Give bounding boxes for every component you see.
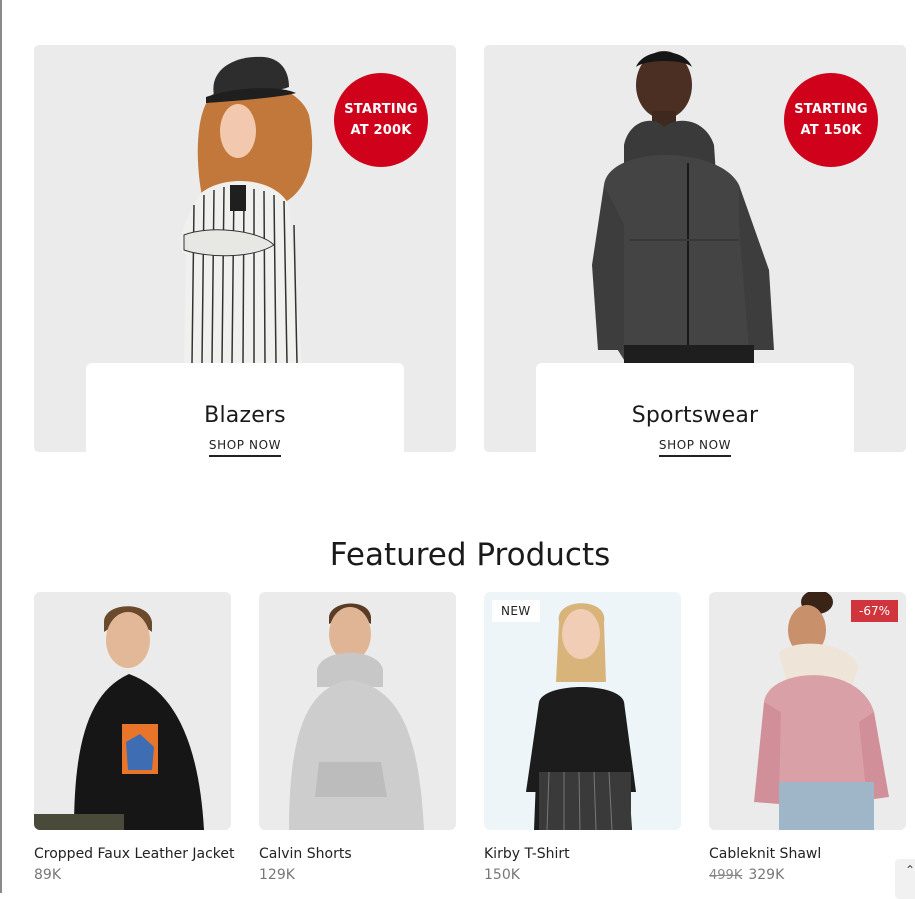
product-card: Calvin Shorts 129K [259,592,456,883]
chevron-up-icon: ⌃ [904,863,915,877]
scroll-to-top-button[interactable]: ⌃ [895,859,915,899]
new-badge: NEW [492,600,540,622]
category-title[interactable]: Sportswear [536,403,854,428]
product-image[interactable] [259,592,456,830]
category-title[interactable]: Blazers [86,403,404,428]
product-price-row: 150K [484,867,681,883]
product-name[interactable]: Kirby T-Shirt [484,846,681,862]
product-price: 129K [259,867,295,883]
price-badge: STARTING AT 200K [334,73,428,167]
category-card-blazers: Blazers SHOP NOW [86,363,404,473]
section-title-featured: Featured Products [329,537,611,573]
discount-badge: -67% [850,600,898,622]
product-name[interactable]: Cropped Faux Leather Jacket [34,846,235,862]
product-price: 150K [484,867,520,883]
product-price-row: 499K 329K [709,867,906,883]
product-image[interactable]: -67% [709,592,906,830]
product-card: Cropped Faux Leather Jacket 89K [34,592,235,883]
product-price: 89K [34,867,61,883]
old-price: 499K [709,868,743,883]
category-card-sportswear: Sportswear SHOP NOW [536,363,854,473]
shop-now-link[interactable]: SHOP NOW [658,438,732,457]
product-price-row: 89K [34,867,231,883]
product-price-row: 129K [259,867,456,883]
product-name[interactable]: Cableknit Shawl [709,846,906,862]
window-edge [0,0,2,893]
product-image[interactable]: NEW [484,592,681,830]
shop-now-link[interactable]: SHOP NOW [208,438,282,457]
product-price: 329K [748,867,785,883]
price-badge: STARTING AT 150K [784,73,878,167]
product-card: NEW Kirby T-Shirt 150K [484,592,681,883]
product-card: -67% Cableknit Shawl 499K 329K [709,592,906,883]
product-image[interactable] [34,592,231,830]
product-name[interactable]: Calvin Shorts [259,846,456,862]
